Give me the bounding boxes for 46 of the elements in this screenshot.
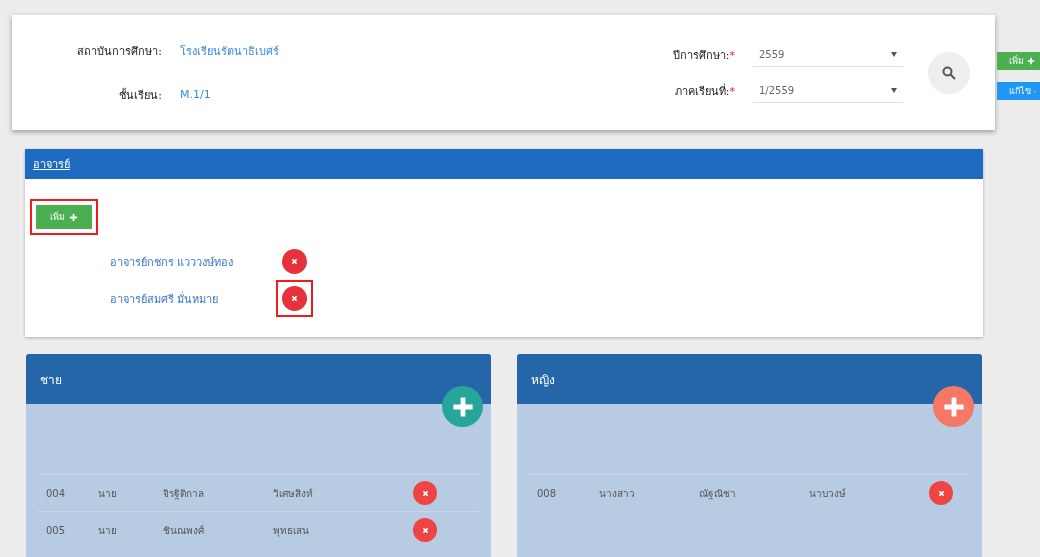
- field-label: ชั้นเรียน:: [118, 87, 162, 104]
- remove-button[interactable]: [282, 286, 307, 311]
- student-first-name: ชินณพงศ์: [163, 523, 205, 538]
- panel-title: หญิง: [531, 371, 555, 389]
- student-code: 008: [537, 487, 558, 499]
- student-last-name: วิเศษสิงห์: [273, 486, 314, 501]
- field-label: ภาคเรียนที่:*: [673, 82, 735, 100]
- student-prefix: นาย: [98, 523, 118, 538]
- teacher-name[interactable]: อาจารย์สมศรี มั่นหมาย: [110, 289, 260, 308]
- edit-button[interactable]: แก้ไข: [997, 82, 1040, 100]
- close-icon: [421, 526, 429, 534]
- student-last-name: พุทธเสน: [273, 523, 310, 538]
- plus-icon: [69, 212, 78, 222]
- student-prefix: นางสาว: [599, 486, 636, 501]
- panel-title: ชาย: [40, 371, 62, 389]
- select-field[interactable]: 1/2559: [753, 78, 903, 103]
- remove-button[interactable]: [413, 518, 437, 542]
- student-last-name: นาบวงษ์: [809, 486, 847, 501]
- panel-title[interactable]: อาจารย์: [33, 155, 70, 173]
- student-first-name: จิรฐิติกาล: [163, 486, 205, 501]
- close-icon: [937, 489, 945, 497]
- plus-icon: [941, 394, 966, 419]
- teacher-name[interactable]: อาจารย์กชกร แวววงษ์ทอง: [110, 252, 260, 271]
- remove-button[interactable]: [282, 249, 307, 274]
- close-icon: [421, 489, 429, 497]
- search-icon: [942, 65, 956, 80]
- student-code: 004: [46, 487, 67, 499]
- remove-button[interactable]: [929, 481, 953, 505]
- student-prefix: นาย: [98, 486, 118, 501]
- add-button[interactable]: เพิ่ม: [36, 205, 92, 229]
- field-value: โรงเรียนรัตนาธิเบศร์: [180, 43, 280, 60]
- select-field[interactable]: 2559: [753, 42, 903, 67]
- field-value: M.1/1: [180, 88, 212, 101]
- field-label: สถาบันการศึกษา:: [76, 43, 162, 60]
- student-first-name: ณัฐณิชา: [699, 486, 737, 501]
- caret-icon: [891, 51, 897, 57]
- close-icon: [291, 295, 298, 302]
- field-label: ปีการศึกษา:*: [672, 47, 735, 64]
- close-icon: [291, 258, 298, 265]
- student-code: 005: [46, 524, 67, 536]
- search-button[interactable]: [928, 51, 970, 94]
- remove-button[interactable]: [413, 481, 437, 505]
- plus-icon: [1027, 57, 1035, 65]
- plus-icon: [450, 394, 475, 419]
- caret-icon: [891, 87, 897, 93]
- add-button[interactable]: เพิ่ม: [997, 52, 1040, 70]
